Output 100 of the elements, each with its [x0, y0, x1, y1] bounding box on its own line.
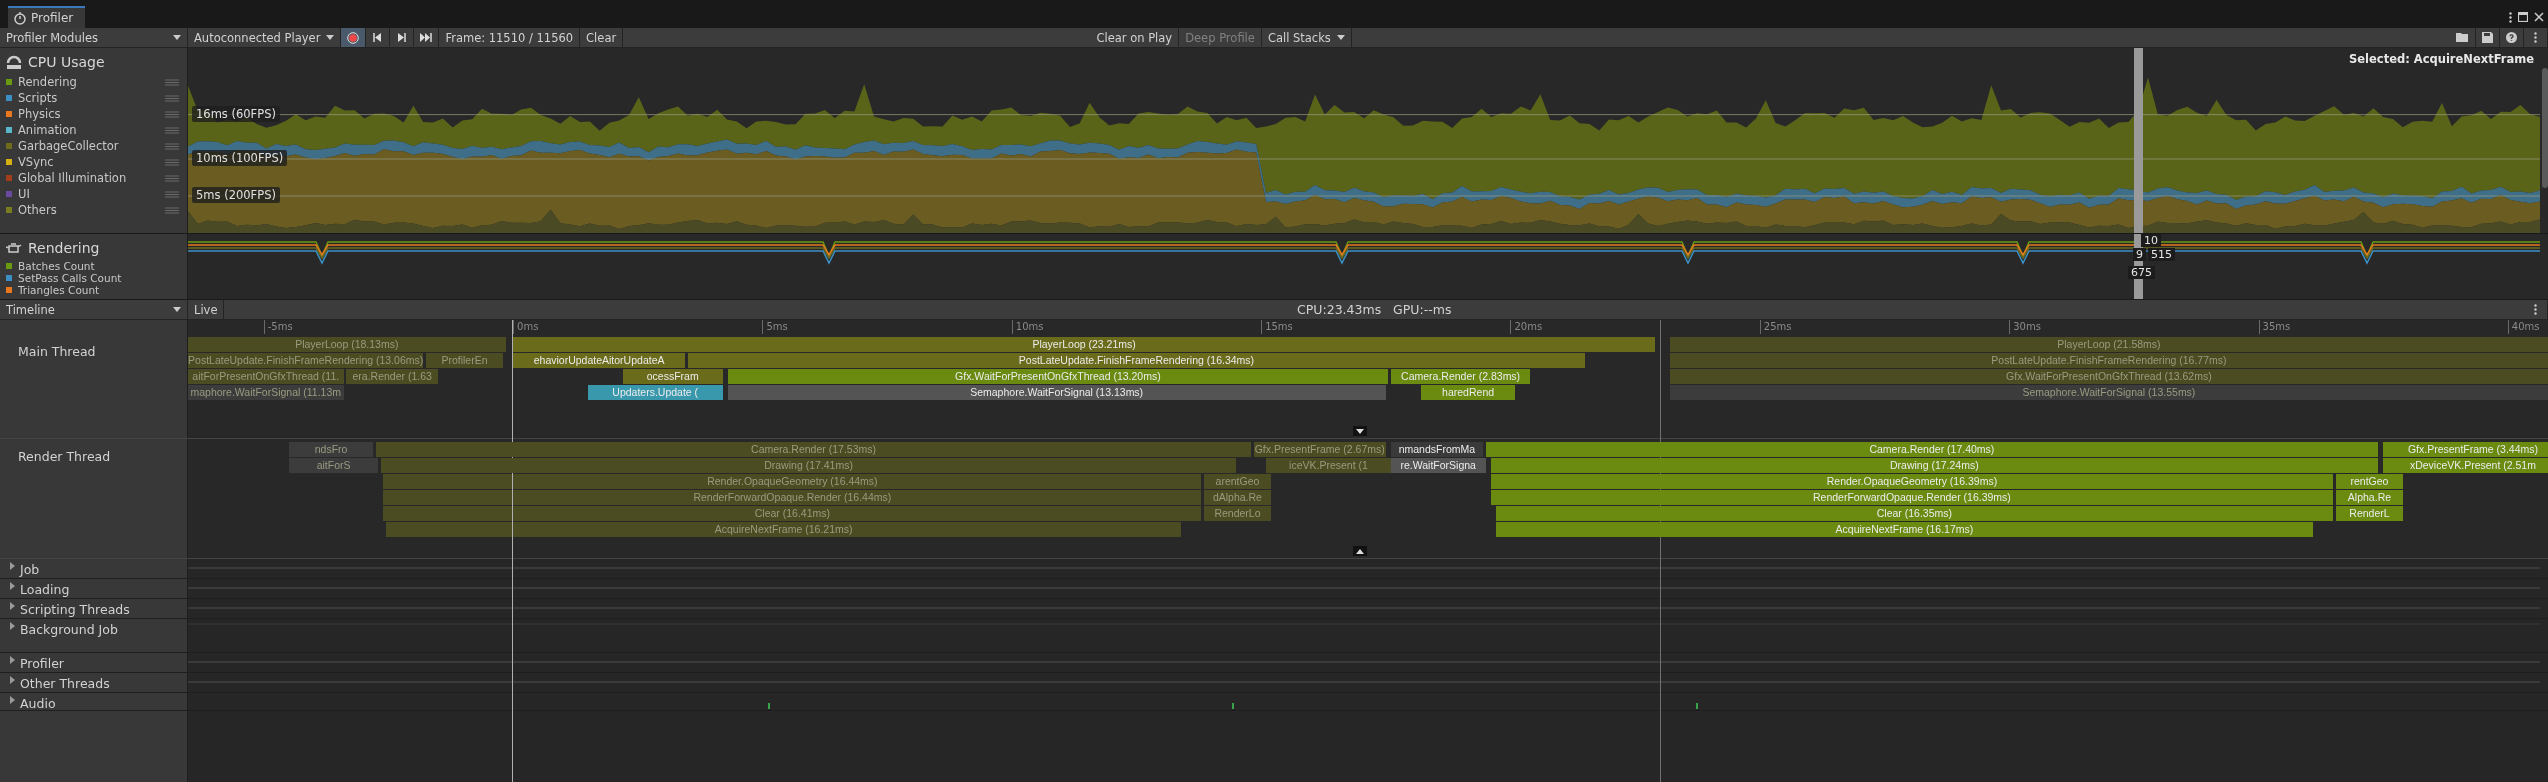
sample-bar[interactable]: aitForS: [288, 458, 379, 473]
sample-bar[interactable]: nmandsFromMa: [1390, 442, 1484, 457]
sample-bar[interactable]: era.Render (1.63: [346, 369, 439, 384]
legend-label[interactable]: VSync: [18, 155, 165, 169]
sample-bar[interactable]: PlayerLoop (21.58ms): [1670, 337, 2548, 352]
sample-bar[interactable]: RenderForwardOpaque.Render (16.44ms): [383, 490, 1202, 505]
sample-bar[interactable]: Render.OpaqueGeometry (16.39ms): [1490, 474, 2334, 489]
module-title: CPU Usage: [28, 54, 105, 70]
sample-bar[interactable]: ndsFro: [288, 442, 374, 457]
legend-label[interactable]: Rendering: [18, 75, 165, 89]
sample-bar[interactable]: maphore.WaitForSignal (11.13m: [188, 385, 344, 400]
thread-group-header[interactable]: Scripting Threads: [0, 599, 188, 618]
sample-bar[interactable]: PlayerLoop (18.13ms): [188, 337, 506, 352]
thread-group-header[interactable]: Profiler: [0, 653, 188, 672]
sample-bar[interactable]: AcquireNextFrame (16.21ms): [385, 522, 1182, 537]
caret-down-icon: [1356, 428, 1364, 434]
thread-group-header[interactable]: Background Job: [0, 619, 188, 652]
sample-bar[interactable]: Drawing (17.41ms): [380, 458, 1237, 473]
legend-label[interactable]: GarbageCollector: [18, 139, 165, 153]
sample-bar[interactable]: Gfx.WaitForPresentOnGfxThread (13.62ms): [1670, 369, 2548, 384]
drag-handle-icon[interactable]: [165, 190, 179, 198]
selected-frame-marker[interactable]: [2134, 48, 2143, 233]
sample-bar[interactable]: Camera.Render (17.40ms): [1485, 442, 2379, 457]
sample-bar[interactable]: aitForPresentOnGfxThread (11.: [188, 369, 344, 384]
sample-bar[interactable]: AcquireNextFrame (16.17ms): [1495, 522, 2314, 537]
sample-bar[interactable]: re.WaitForSigna: [1390, 458, 1486, 473]
collapsed-arrow-icon[interactable]: [8, 696, 16, 704]
sample-bar[interactable]: RenderForwardOpaque.Render (16.39ms): [1490, 490, 2334, 505]
scrollbar-thumb[interactable]: [2542, 68, 2548, 188]
sample-bar[interactable]: PostLateUpdate.FinishFrameRendering (13.06ms): [188, 353, 424, 368]
collapsed-arrow-icon[interactable]: [8, 602, 16, 610]
legend-label[interactable]: Batches Count: [18, 260, 179, 272]
sample-bar[interactable]: Camera.Render (2.83ms): [1390, 369, 1531, 384]
drag-handle-icon[interactable]: [165, 126, 179, 134]
drag-handle-icon[interactable]: [165, 78, 179, 86]
legend-label[interactable]: Others: [18, 203, 165, 217]
collapse-button[interactable]: [1353, 546, 1367, 556]
sample-bar[interactable]: PlayerLoop (23.21ms): [513, 337, 1656, 352]
legend-label[interactable]: SetPass Calls Count: [18, 272, 179, 284]
threshold-label: 10ms (100FPS): [192, 150, 288, 166]
sample-bar[interactable]: dAlpha.Re: [1203, 490, 1272, 505]
stopwatch-icon: [14, 11, 27, 25]
sample-bar[interactable]: Alpha.Re: [2335, 490, 2404, 505]
sample-bar[interactable]: PostLateUpdate.FinishFrameRendering (16.77ms): [1670, 353, 2548, 368]
step-forward-icon: [397, 33, 407, 42]
collapsed-arrow-icon[interactable]: [8, 656, 16, 664]
collapsed-arrow-icon[interactable]: [8, 676, 16, 684]
sample-bar[interactable]: Clear (16.35ms): [1495, 506, 2334, 521]
drag-handle-icon[interactable]: [165, 158, 179, 166]
maximize-icon[interactable]: [2518, 12, 2528, 22]
legend-label[interactable]: UI: [18, 187, 165, 201]
collapse-button[interactable]: [1353, 426, 1367, 436]
sample-bar[interactable]: Semaphore.WaitForSignal (13.13ms): [727, 385, 1386, 400]
close-icon[interactable]: [2534, 12, 2544, 22]
cpu-usage-module-panel[interactable]: CPU Usage Rendering Scripts Physics Animation GarbageCollector VSync Global Illumination UI Others: [0, 48, 188, 233]
legend-label[interactable]: Physics: [18, 107, 165, 121]
sample-bar[interactable]: ehaviorUpdateAitorUpdateA: [513, 353, 686, 368]
sample-bar[interactable]: Drawing (17.24ms): [1490, 458, 2379, 473]
legend-label[interactable]: Triangles Count: [18, 284, 179, 296]
drag-handle-icon[interactable]: [165, 174, 179, 182]
sample-bar[interactable]: Gfx.PresentFrame (2.67ms): [1253, 442, 1386, 457]
thread-group-header[interactable]: Audio: [0, 693, 188, 710]
profiler-tab[interactable]: Profiler: [8, 6, 86, 28]
caret-icon: [1336, 35, 1345, 40]
sample-bar[interactable]: Render.OpaqueGeometry (16.44ms): [383, 474, 1202, 489]
thread-group-header[interactable]: Job: [0, 559, 188, 578]
legend-label[interactable]: Global Illumination: [18, 171, 165, 185]
collapsed-arrow-icon[interactable]: [8, 622, 16, 630]
sample-bar[interactable]: iceVK.Present (1: [1266, 458, 1391, 473]
sample-bar[interactable]: ProfilerEn: [425, 353, 504, 368]
legend-label[interactable]: Animation: [18, 123, 165, 137]
drag-handle-icon[interactable]: [165, 142, 179, 150]
sample-bar[interactable]: xDeviceVK.Present (2.51m: [2383, 458, 2548, 473]
drag-handle-icon[interactable]: [165, 206, 179, 214]
sample-bar[interactable]: Semaphore.WaitForSignal (13.55ms): [1670, 385, 2548, 400]
collapsed-arrow-icon[interactable]: [8, 562, 16, 570]
thread-group-header[interactable]: Other Threads: [0, 673, 188, 692]
sample-bar[interactable]: Updaters.Update (: [587, 385, 723, 400]
frame-value-readout: 675: [2128, 266, 2155, 279]
rendering-module-panel[interactable]: Rendering Batches Count SetPass Calls Count Triangles Count: [0, 234, 188, 299]
drag-handle-icon[interactable]: [165, 110, 179, 118]
record-button[interactable]: [341, 28, 367, 47]
sample-bar[interactable]: PostLateUpdate.FinishFrameRendering (16.34ms): [687, 353, 1586, 368]
more-options-icon[interactable]: [2509, 11, 2512, 23]
sample-bar[interactable]: Clear (16.41ms): [383, 506, 1202, 521]
sample-bar[interactable]: arentGeo: [1203, 474, 1272, 489]
thread-group-header[interactable]: Loading: [0, 579, 188, 598]
sample-bar[interactable]: Camera.Render (17.53ms): [375, 442, 1252, 457]
sample-bar[interactable]: rentGeo: [2335, 474, 2404, 489]
sample-bar[interactable]: Gfx.WaitForPresentOnGfxThread (13.20ms): [727, 369, 1389, 384]
collapsed-arrow-icon[interactable]: [8, 582, 16, 590]
sample-bar[interactable]: Gfx.PresentFrame (3.44ms): [2383, 442, 2548, 457]
legend-label[interactable]: Scripts: [18, 91, 165, 105]
cpu-icon: [6, 54, 22, 70]
caret-icon: [173, 35, 181, 40]
sample-bar[interactable]: ocessFram: [622, 369, 723, 384]
drag-handle-icon[interactable]: [165, 94, 179, 102]
sample-bar[interactable]: RenderL: [2335, 506, 2404, 521]
sample-bar[interactable]: haredRend: [1420, 385, 1516, 400]
sample-bar[interactable]: RenderLo: [1203, 506, 1272, 521]
